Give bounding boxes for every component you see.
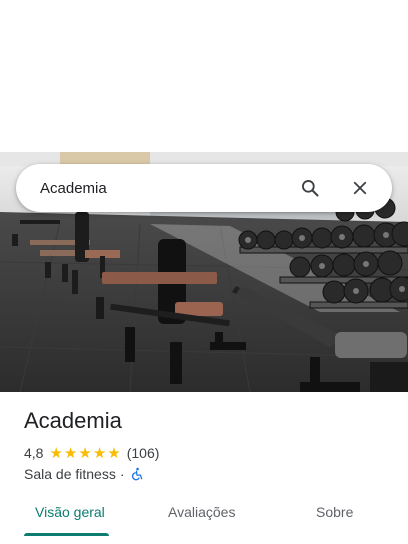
star-icon: ★	[49, 444, 63, 462]
rating-row[interactable]: 4,8 ★ ★ ★ ★ ★ (106)	[24, 445, 159, 461]
separator: ·	[119, 466, 125, 482]
star-icon: ★	[78, 444, 92, 462]
search-button[interactable]	[292, 170, 328, 206]
category-row: Sala de fitness ·	[24, 466, 144, 482]
tab-reviews[interactable]: Avaliações	[168, 504, 235, 520]
tab-overview[interactable]: Visão geral	[35, 504, 105, 520]
map-blank-area	[0, 0, 408, 152]
place-category: Sala de fitness	[24, 466, 116, 482]
search-input[interactable]: Academia	[40, 180, 292, 197]
active-tab-indicator	[24, 533, 109, 536]
star-icon: ★	[92, 444, 107, 462]
star-icon: ★	[63, 444, 78, 462]
tab-about[interactable]: Sobre	[316, 504, 353, 520]
place-details-panel: Academia 4,8 ★ ★ ★ ★ ★ (106) Sala de fit…	[0, 392, 408, 544]
star-icon: ★	[107, 444, 121, 462]
wheelchair-icon	[130, 467, 144, 481]
place-tabs: Visão geral Avaliações Sobre	[0, 492, 408, 538]
clear-search-button[interactable]	[342, 170, 378, 206]
place-title: Academia	[24, 408, 122, 433]
rating-stars: ★ ★ ★ ★ ★	[49, 446, 121, 461]
review-count: (106)	[126, 445, 160, 461]
search-icon	[302, 180, 319, 197]
search-bar[interactable]: Academia	[16, 164, 392, 212]
close-icon	[353, 181, 367, 195]
rating-value: 4,8	[24, 445, 44, 461]
